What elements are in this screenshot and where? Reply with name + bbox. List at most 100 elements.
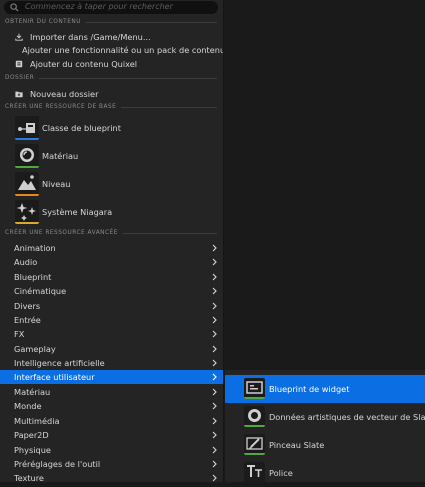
section-get-content: OBTENIR DU CONTENU — [5, 17, 217, 27]
category-label: Audio — [14, 257, 38, 267]
category-divers[interactable]: Divers — [0, 299, 223, 313]
asset-level[interactable]: Niveau — [0, 171, 223, 198]
category-animation[interactable]: Animation — [0, 241, 223, 255]
category-entree[interactable]: Entrée — [0, 313, 223, 327]
search-icon — [10, 3, 19, 12]
category-label: Monde — [14, 401, 42, 411]
category-label: Divers — [14, 301, 41, 311]
chevron-right-icon — [212, 373, 217, 381]
asset-label: Système Niagara — [42, 207, 113, 217]
import-icon — [15, 33, 23, 41]
submenu-label: Données artistiques de vecteur de Slate — [269, 412, 425, 422]
chevron-right-icon — [212, 359, 217, 367]
asset-niagara-system[interactable]: Système Niagara — [0, 199, 223, 226]
category-label: Préréglages de l'outil — [14, 459, 101, 469]
niagara-icon — [16, 203, 36, 221]
category-label: Blueprint — [14, 272, 52, 282]
slate-vector-icon — [248, 409, 261, 422]
category-blueprint[interactable]: Blueprint — [0, 270, 223, 284]
new-folder-label: Nouveau dossier — [30, 88, 99, 99]
import-label: Importer dans /Game/Menu... — [30, 31, 151, 42]
submenu-label: Blueprint de widget — [269, 384, 350, 394]
section-title: OBTENIR DU CONTENU — [5, 19, 81, 25]
chevron-right-icon — [212, 244, 217, 252]
section-title: CRÉER UNE RESSOURCE DE BASE — [5, 104, 117, 110]
category-label: FX — [14, 329, 25, 339]
submenu-item-font[interactable]: Police — [225, 459, 425, 487]
slate-brush-icon — [246, 437, 263, 450]
asset-color-bar — [15, 166, 39, 168]
category-cinematique[interactable]: Cinématique — [0, 284, 223, 298]
asset-color-bar — [15, 138, 39, 140]
section-advanced-asset: CRÉER UNE RESSOURCE AVANCÉE — [5, 228, 217, 238]
category-multimedia[interactable]: Multimédia — [0, 414, 223, 428]
category-texture[interactable]: Texture — [0, 471, 223, 482]
chevron-right-icon — [212, 316, 217, 324]
category-paper2d[interactable]: Paper2D — [0, 428, 223, 442]
category-gameplay[interactable]: Gameplay — [0, 342, 223, 356]
add-feature-item[interactable]: Ajouter une fonctionnalité ou un pack de… — [0, 43, 223, 56]
asset-label: Matériau — [42, 151, 79, 161]
category-audio[interactable]: Audio — [0, 255, 223, 269]
category-intelligence-artificielle[interactable]: Intelligence artificielle — [0, 356, 223, 370]
quixel-label: Ajouter du contenu Quixel — [30, 58, 138, 69]
submenu-label: Pinceau Slate — [269, 440, 325, 450]
context-menu: Commencez à taper pour rechercher OBTENI… — [0, 0, 223, 482]
quixel-icon — [15, 60, 23, 67]
section-basic-asset: CRÉER UNE RESSOURCE DE BASE — [5, 102, 217, 112]
category-label: Intelligence artificielle — [14, 358, 105, 368]
asset-blueprint-class[interactable]: Classe de blueprint — [0, 115, 223, 142]
asset-label: Classe de blueprint — [42, 123, 121, 133]
submenu-label: Police — [269, 468, 293, 478]
asset-material[interactable]: Matériau — [0, 143, 223, 170]
category-label: Physique — [14, 445, 51, 455]
quixel-item[interactable]: Ajouter du contenu Quixel — [0, 57, 223, 70]
chevron-right-icon — [212, 273, 217, 281]
asset-color-bar — [244, 425, 265, 427]
chevron-right-icon — [212, 302, 217, 310]
search-placeholder: Commencez à taper pour rechercher — [25, 2, 173, 11]
widget-blueprint-thumbnail — [244, 378, 265, 399]
chevron-right-icon — [212, 388, 217, 396]
category-label: Gameplay — [14, 344, 56, 354]
chevron-right-icon — [212, 460, 217, 468]
category-label: Interface utilisateur — [14, 372, 95, 382]
widget-blueprint-icon — [246, 381, 263, 394]
add-feature-label: Ajouter une fonctionnalité ou un pack de… — [22, 44, 223, 55]
submenu-item-slate-brush[interactable]: Pinceau Slate — [225, 431, 425, 459]
material-icon — [20, 148, 34, 162]
category-label: Cinématique — [14, 286, 67, 296]
new-folder-item[interactable]: Nouveau dossier — [0, 87, 223, 100]
chevron-right-icon — [212, 258, 217, 266]
category-label: Animation — [14, 243, 56, 253]
chevron-right-icon — [212, 446, 217, 454]
chevron-right-icon — [212, 402, 217, 410]
asset-color-bar — [244, 453, 265, 455]
font-thumbnail — [244, 462, 265, 483]
new-folder-icon — [15, 91, 23, 97]
blueprint-class-thumbnail — [15, 116, 39, 140]
search-box[interactable]: Commencez à taper pour rechercher — [4, 1, 218, 14]
level-thumbnail — [15, 172, 39, 196]
category-fx[interactable]: FX — [0, 327, 223, 341]
category-monde[interactable]: Monde — [0, 399, 223, 413]
submenu-item-slate-vector[interactable]: Données artistiques de vecteur de Slate — [225, 403, 425, 431]
submenu-interface-utilisateur: Blueprint de widget Données artistiques … — [225, 370, 425, 483]
niagara-thumbnail — [15, 200, 39, 224]
category-label: Matériau — [14, 387, 51, 397]
slate-vector-thumbnail — [244, 406, 265, 427]
submenu-item-widget-blueprint[interactable]: Blueprint de widget — [225, 375, 425, 403]
chevron-right-icon — [212, 417, 217, 425]
category-label: Paper2D — [14, 430, 49, 440]
category-preglages-outil[interactable]: Préréglages de l'outil — [0, 457, 223, 471]
category-physique[interactable]: Physique — [0, 443, 223, 457]
section-title: DOSSIER — [5, 75, 35, 81]
material-thumbnail — [15, 144, 39, 168]
chevron-right-icon — [212, 431, 217, 439]
chevron-right-icon — [212, 330, 217, 338]
font-icon — [247, 465, 262, 477]
category-materiau[interactable]: Matériau — [0, 385, 223, 399]
category-label: Multimédia — [14, 416, 60, 426]
category-interface-utilisateur[interactable]: Interface utilisateur — [0, 370, 223, 384]
import-item[interactable]: Importer dans /Game/Menu... — [0, 30, 223, 43]
